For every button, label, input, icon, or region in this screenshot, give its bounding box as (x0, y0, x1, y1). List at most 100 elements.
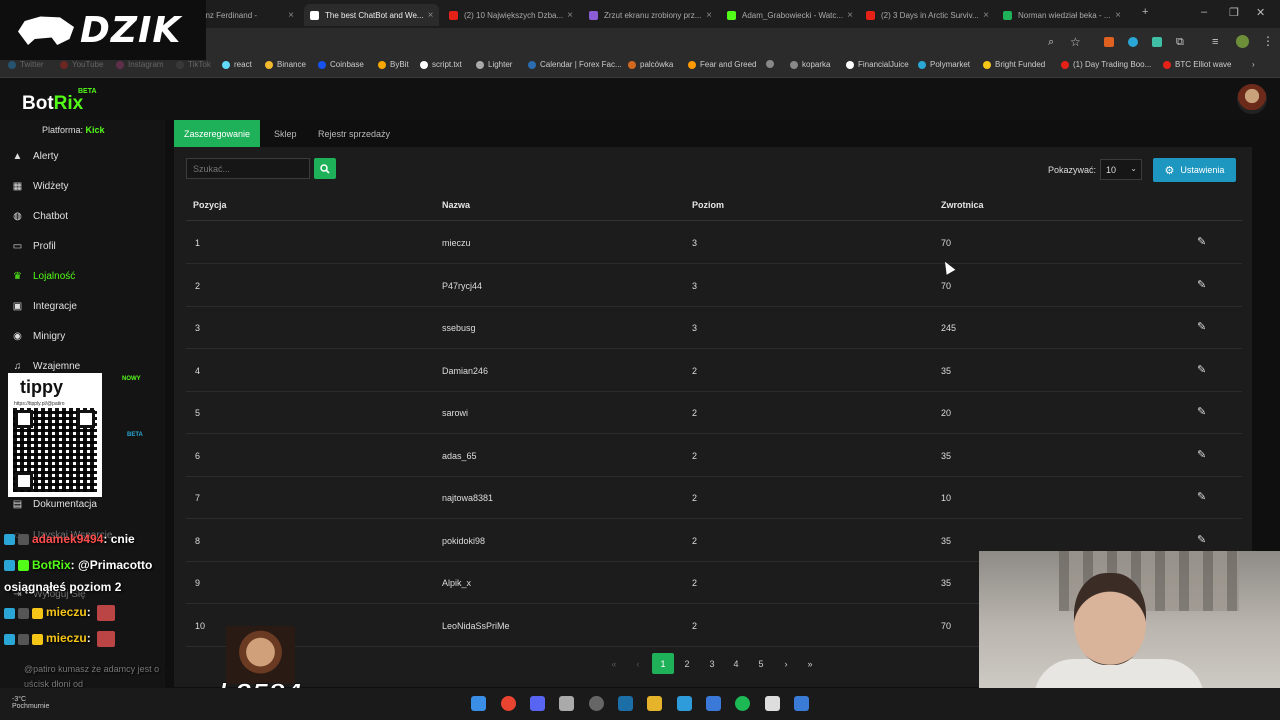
close-tab-icon[interactable]: × (979, 10, 989, 21)
search-button[interactable] (314, 158, 336, 179)
edit-pencil-icon[interactable]: ✎ (1197, 278, 1206, 291)
tab-shop[interactable]: Sklep (264, 120, 307, 147)
bookmark-item[interactable]: Bright Funded (983, 60, 1045, 69)
column-header-points[interactable]: Zwrotnica (941, 200, 984, 210)
cell-name: adas_65 (442, 450, 477, 461)
vscode-icon[interactable] (706, 696, 721, 711)
sidebar-item-alerty[interactable]: ▲ Alerty (0, 141, 165, 171)
new-tab-icon[interactable]: + (1142, 6, 1148, 18)
folder-icon[interactable] (647, 696, 662, 711)
bookmark-item[interactable]: TikTok (176, 60, 211, 69)
column-header-level[interactable]: Poziom (692, 200, 724, 210)
tab-ranking[interactable]: Zaszeregowanie (174, 120, 261, 147)
edit-pencil-icon[interactable]: ✎ (1197, 235, 1206, 248)
first-page-button[interactable]: « (608, 653, 620, 674)
extension-icon[interactable] (1128, 37, 1138, 47)
close-tab-icon[interactable]: × (563, 10, 573, 21)
search-input[interactable] (186, 158, 310, 179)
puzzle-icon[interactable]: ⧉ (1176, 36, 1184, 49)
edit-pencil-icon[interactable]: ✎ (1197, 490, 1206, 503)
cursor-editor-icon[interactable] (677, 696, 692, 711)
sidebar-item-widżety[interactable]: ▦ Widżety (0, 171, 165, 201)
bookmark-item[interactable]: Instagram (116, 60, 164, 69)
platform-value: Kick (85, 125, 105, 135)
app-icon[interactable] (765, 696, 780, 711)
discord-icon[interactable] (530, 696, 545, 711)
edit-pencil-icon[interactable]: ✎ (1197, 533, 1206, 546)
close-tab-icon[interactable]: × (424, 10, 434, 21)
close-tab-icon[interactable]: × (702, 10, 712, 21)
bookmarks-overflow-icon[interactable]: › (1252, 60, 1255, 69)
bookmark-item[interactable] (766, 60, 778, 68)
tab-sales-log[interactable]: Rejestr sprzedaży (308, 120, 400, 147)
bookmark-item[interactable]: Fear and Greed (688, 60, 756, 69)
bookmark-item[interactable]: koparka (790, 60, 830, 69)
column-header-position[interactable]: Pozycja (193, 200, 227, 210)
spotify-icon[interactable] (735, 696, 750, 711)
sidebar-item-integracje[interactable]: ▣ Integracje (0, 291, 165, 321)
page-button[interactable]: 1 (652, 653, 674, 674)
bookmark-item[interactable]: BTC Elliot wave (1163, 60, 1231, 69)
bookmark-item[interactable]: YouTube (60, 60, 103, 69)
bookmark-item[interactable]: FinancialJuice (846, 60, 909, 69)
bookmark-item[interactable]: react (222, 60, 252, 69)
browser-tab[interactable]: The best ChatBot and We... × (304, 4, 439, 26)
sidebar-item-lojalność[interactable]: ♛ Lojalność (0, 261, 165, 291)
edit-pencil-icon[interactable]: ✎ (1197, 320, 1206, 333)
steam-icon[interactable] (618, 696, 633, 711)
bookmark-item[interactable]: ByBit (378, 60, 409, 69)
botrix-logo[interactable]: BotRix (22, 93, 83, 115)
obs-icon[interactable] (589, 696, 604, 711)
prev-page-button[interactable]: ‹ (632, 653, 644, 674)
edit-pencil-icon[interactable]: ✎ (1197, 448, 1206, 461)
close-tab-icon[interactable]: × (1111, 10, 1121, 21)
close-window-icon[interactable]: ✕ (1256, 6, 1265, 19)
page-button[interactable]: 4 (730, 653, 742, 674)
close-tab-icon[interactable]: × (843, 10, 853, 21)
sidebar-item-profil[interactable]: ▭ Profil (0, 231, 165, 261)
restore-icon[interactable]: ❐ (1229, 6, 1239, 19)
extension-icon[interactable] (1104, 37, 1114, 47)
next-page-button[interactable]: › (780, 653, 792, 674)
notes-icon[interactable] (794, 696, 809, 711)
page-size-select[interactable]: 10 ⌄ (1100, 159, 1142, 180)
browser-tab[interactable]: Adam_Grabowiecki - Watc... × (721, 4, 856, 26)
zoom-icon[interactable]: ⌕ (1048, 36, 1054, 49)
user-avatar[interactable] (1237, 84, 1267, 114)
chrome-icon[interactable] (501, 696, 516, 711)
app-icon[interactable] (559, 696, 574, 711)
bookmark-item[interactable]: Binance (265, 60, 306, 69)
bookmark-item[interactable]: Calendar | Forex Fac... (528, 60, 622, 69)
cell-level: 2 (692, 578, 698, 588)
page-button[interactable]: 5 (755, 653, 767, 674)
sidebar-item-minigry[interactable]: ◉ Minigry (0, 321, 165, 351)
bookmark-item[interactable]: palcówka (628, 60, 673, 69)
more-vertical-icon[interactable]: ⋮ (1262, 34, 1274, 48)
bookmark-item[interactable]: script.txt (420, 60, 462, 69)
edit-pencil-icon[interactable]: ✎ (1197, 363, 1206, 376)
profile-icon[interactable] (1236, 35, 1249, 48)
bookmark-item[interactable]: Polymarket (918, 60, 970, 69)
bookmark-item[interactable]: Lighter (476, 60, 512, 69)
browser-tab[interactable]: (2) 3 Days in Arctic Surviv... × (860, 4, 995, 26)
page-button[interactable]: 3 (706, 653, 718, 674)
sidebar-item-chatbot[interactable]: ◍ Chatbot (0, 201, 165, 231)
extension-icon[interactable] (1152, 37, 1162, 47)
windows-start-icon[interactable] (471, 696, 486, 711)
browser-tab[interactable]: Zrzut ekranu zrobiony prz... × (583, 4, 718, 26)
edit-pencil-icon[interactable]: ✎ (1197, 405, 1206, 418)
bookmark-item[interactable]: Twitter (8, 60, 44, 69)
bookmark-item[interactable]: (1) Day Trading Boo... (1061, 60, 1151, 69)
last-page-button[interactable]: » (804, 653, 816, 674)
settings-button[interactable]: ⚙ Ustawienia (1153, 158, 1236, 182)
column-header-name[interactable]: Nazwa (442, 200, 470, 210)
menu-icon[interactable]: ≡ (1212, 36, 1218, 48)
browser-tab[interactable]: (2) 10 Największych Dzba... × (443, 4, 578, 26)
weather-widget[interactable]: -3°C Pochmurnie (12, 696, 49, 710)
page-button[interactable]: 2 (681, 653, 693, 674)
minimize-icon[interactable]: – (1201, 6, 1207, 18)
browser-tab[interactable]: Norman wiedział beka - ... × (997, 4, 1127, 26)
close-tab-icon[interactable]: × (284, 10, 294, 21)
star-icon[interactable]: ☆ (1070, 35, 1081, 49)
bookmark-item[interactable]: Coinbase (318, 60, 364, 69)
